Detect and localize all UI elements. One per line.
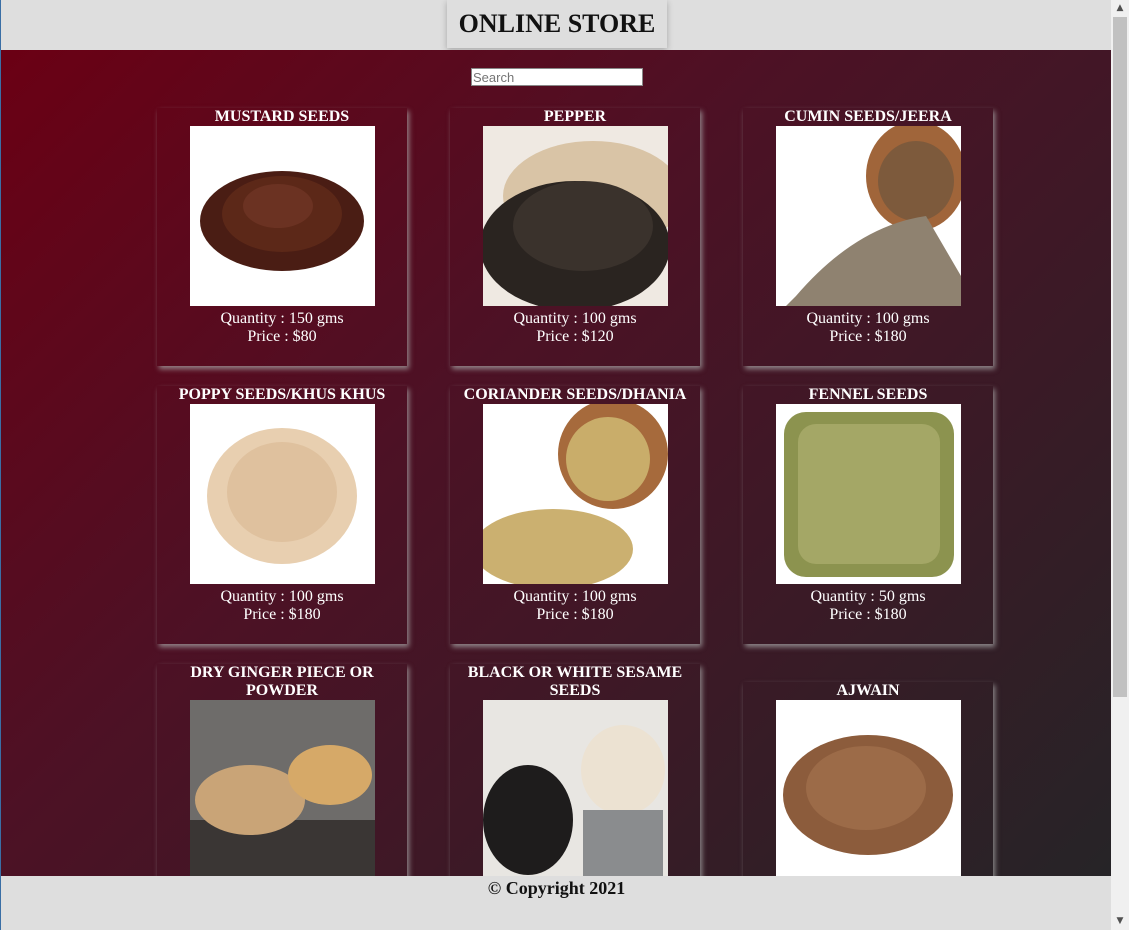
product-card[interactable]: PEPPER Quantity : 100 gms Price : $120 [450,108,700,366]
dry-ginger-image [189,700,375,876]
coriander-seeds-image [482,404,668,584]
product-card[interactable]: BLACK OR WHITE SESAME SEEDS [450,664,700,876]
browser-viewport: ONLINE STORE MUSTARD SEEDS Quantity : 15… [0,0,1112,930]
header: ONLINE STORE [1,0,1112,50]
product-card[interactable]: AJWAIN [743,682,993,876]
product-card[interactable]: MUSTARD SEEDS Quantity : 150 gms Price :… [157,108,407,366]
product-name: MUSTARD SEEDS [214,108,350,125]
product-price: Price : $180 [829,606,907,623]
product-card[interactable]: POPPY SEEDS/KHUS KHUS Quantity : 100 gms… [157,386,407,644]
ajwain-image [775,700,961,876]
product-name: POPPY SEEDS/KHUS KHUS [178,386,386,403]
product-price: Price : $120 [536,328,614,345]
poppy-seeds-image [189,404,375,584]
search-input[interactable] [471,68,643,86]
fennel-seeds-image [775,404,961,584]
product-price: Price : $180 [243,606,321,623]
product-quantity: Quantity : 100 gms [513,588,637,605]
product-price: Price : $180 [536,606,614,623]
product-price: Price : $80 [247,328,317,345]
product-name: PEPPER [543,108,607,125]
product-name: DRY GINGER PIECE OR POWDER [190,664,374,699]
product-name: CUMIN SEEDS/JEERA [784,108,952,125]
product-card[interactable]: CUMIN SEEDS/JEERA Quantity : 100 gms Pri… [743,108,993,366]
product-quantity: Quantity : 50 gms [810,588,926,605]
product-name: BLACK OR WHITE SESAME SEEDS [467,664,683,699]
product-area: MUSTARD SEEDS Quantity : 150 gms Price :… [1,50,1112,876]
product-quantity: Quantity : 100 gms [806,310,930,327]
product-card[interactable]: CORIANDER SEEDS/DHANIA Quantity : 100 gm… [450,386,700,644]
copyright-text: © Copyright 2021 [487,878,626,898]
product-card[interactable]: FENNEL SEEDS Quantity : 50 gms Price : $… [743,386,993,644]
product-quantity: Quantity : 150 gms [220,310,344,327]
black-pepper-image [482,126,668,306]
scroll-up-icon[interactable]: ▲ [1111,0,1129,17]
footer: © Copyright 2021 [1,876,1112,930]
scroll-down-icon[interactable]: ▼ [1111,913,1129,930]
product-name: CORIANDER SEEDS/DHANIA [463,386,687,403]
sesame-seeds-image [482,700,668,876]
product-quantity: Quantity : 100 gms [220,588,344,605]
cumin-seeds-image [775,126,961,306]
scrollbar-thumb[interactable] [1113,17,1127,697]
product-name: FENNEL SEEDS [808,386,928,403]
product-card[interactable]: DRY GINGER PIECE OR POWDER [157,664,407,876]
product-name: AJWAIN [836,682,900,699]
product-quantity: Quantity : 100 gms [513,310,637,327]
page-title: ONLINE STORE [447,0,667,48]
product-price: Price : $180 [829,328,907,345]
vertical-scrollbar[interactable]: ▲ ▼ [1111,0,1129,930]
mustard-seeds-image [189,126,375,306]
